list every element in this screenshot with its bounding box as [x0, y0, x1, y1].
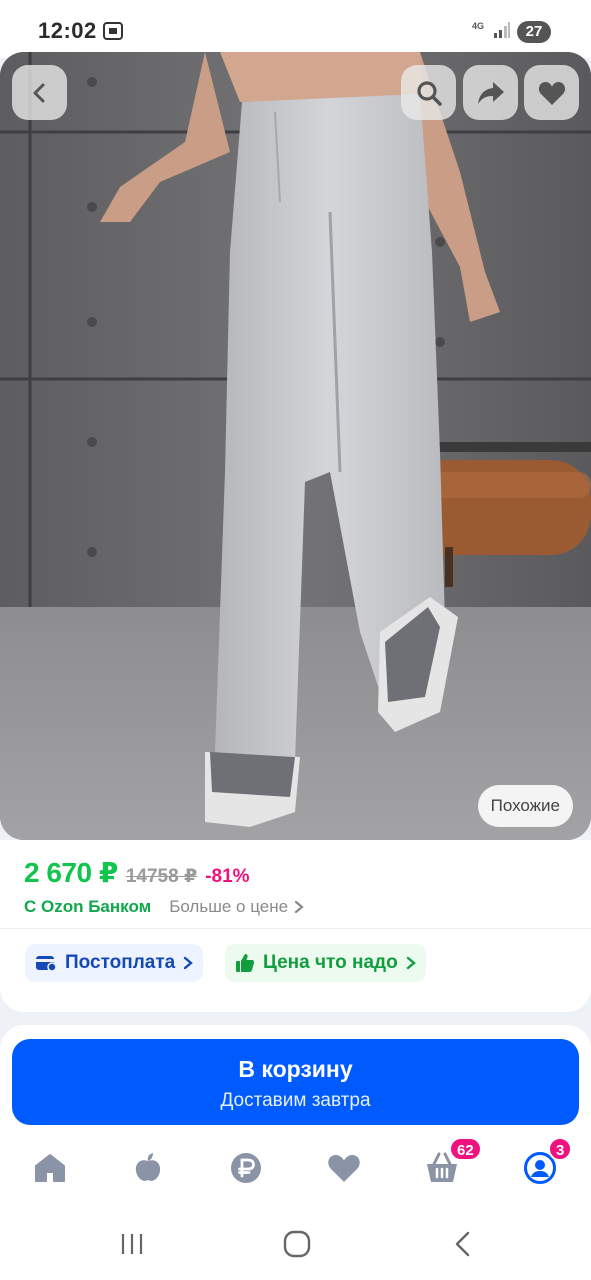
signal-icon: [494, 22, 510, 38]
price-card: 2 670 ₽ 14758 ₽ -81% С Ozon Банком Больш…: [0, 840, 591, 1012]
chevron-right-icon: [184, 956, 194, 970]
good-price-label: Цена что надо: [263, 952, 398, 973]
back-button[interactable]: [12, 65, 67, 120]
back-system-button[interactable]: [448, 1229, 478, 1259]
more-price-link[interactable]: Больше о цене: [169, 897, 304, 917]
price-current: 2 670 ₽: [24, 857, 118, 888]
nav-cart[interactable]: 62: [425, 1137, 482, 1185]
heart-icon: [328, 1155, 360, 1182]
ruble-icon: [231, 1153, 261, 1183]
search-icon: [416, 80, 442, 106]
status-bar: 12:02 4G 27: [0, 0, 591, 58]
add-to-cart-button[interactable]: В корзину Доставим завтра: [12, 1039, 579, 1125]
screenshot-icon: [103, 22, 123, 40]
divider: [0, 928, 591, 929]
screen: 12:02 4G 27 Похожие 2 670 ₽ 14758 ₽ -81%…: [0, 0, 591, 1280]
network-indicator: 4G: [472, 21, 485, 31]
home-circle-icon: [283, 1230, 311, 1258]
similar-button[interactable]: Похожие: [477, 785, 573, 827]
more-price-label: Больше о цене: [169, 897, 289, 916]
status-time: 12:02: [38, 18, 97, 43]
nav-favorites[interactable]: [327, 1151, 361, 1185]
system-nav: [0, 1205, 591, 1280]
cart-title: В корзину: [238, 1056, 353, 1082]
wallet-icon: [36, 956, 57, 972]
ozon-bank-row: С Ozon Банком Больше о цене: [24, 897, 304, 917]
profile-badge: 3: [548, 1137, 573, 1161]
home-icon: [35, 1154, 65, 1182]
price-old: 14758 ₽: [125, 866, 198, 887]
battery-indicator: 27: [517, 21, 551, 43]
thumbs-up-icon: [236, 954, 255, 972]
ozon-bank-label: С Ozon Банком: [24, 897, 152, 916]
postpay-label: Постоплата: [65, 952, 176, 973]
product-image[interactable]: Похожие: [0, 52, 591, 840]
share-button[interactable]: [463, 65, 518, 120]
home-system-button[interactable]: [282, 1229, 312, 1259]
price-discount: -81%: [205, 866, 250, 887]
search-button[interactable]: [401, 65, 456, 120]
share-icon: [477, 81, 504, 104]
back-icon: [33, 83, 44, 102]
good-price-chip[interactable]: Цена что надо: [225, 944, 426, 982]
heart-icon: [538, 81, 565, 105]
nav-profile[interactable]: 3: [523, 1137, 573, 1185]
chevron-right-icon: [406, 956, 416, 970]
recent-apps-icon: [121, 1234, 143, 1254]
nav-home[interactable]: [33, 1151, 67, 1185]
bottom-nav: 62 3: [0, 1133, 591, 1205]
back-arrow-icon: [455, 1231, 470, 1257]
nav-finance[interactable]: [229, 1151, 263, 1185]
recent-apps-button[interactable]: [117, 1229, 147, 1259]
cart-badge: 62: [449, 1137, 482, 1161]
cart-subtitle: Доставим завтра: [220, 1090, 371, 1111]
favorite-button[interactable]: [524, 65, 579, 120]
price-row: 2 670 ₽ 14758 ₽ -81%: [24, 856, 250, 889]
cart-area: В корзину Доставим завтра: [0, 1025, 591, 1133]
chevron-right-icon: [294, 900, 304, 914]
nav-fresh[interactable]: [131, 1151, 165, 1185]
product-photo: [0, 52, 591, 840]
postpay-chip[interactable]: Постоплата: [25, 944, 204, 982]
fresh-icon: [135, 1153, 161, 1181]
